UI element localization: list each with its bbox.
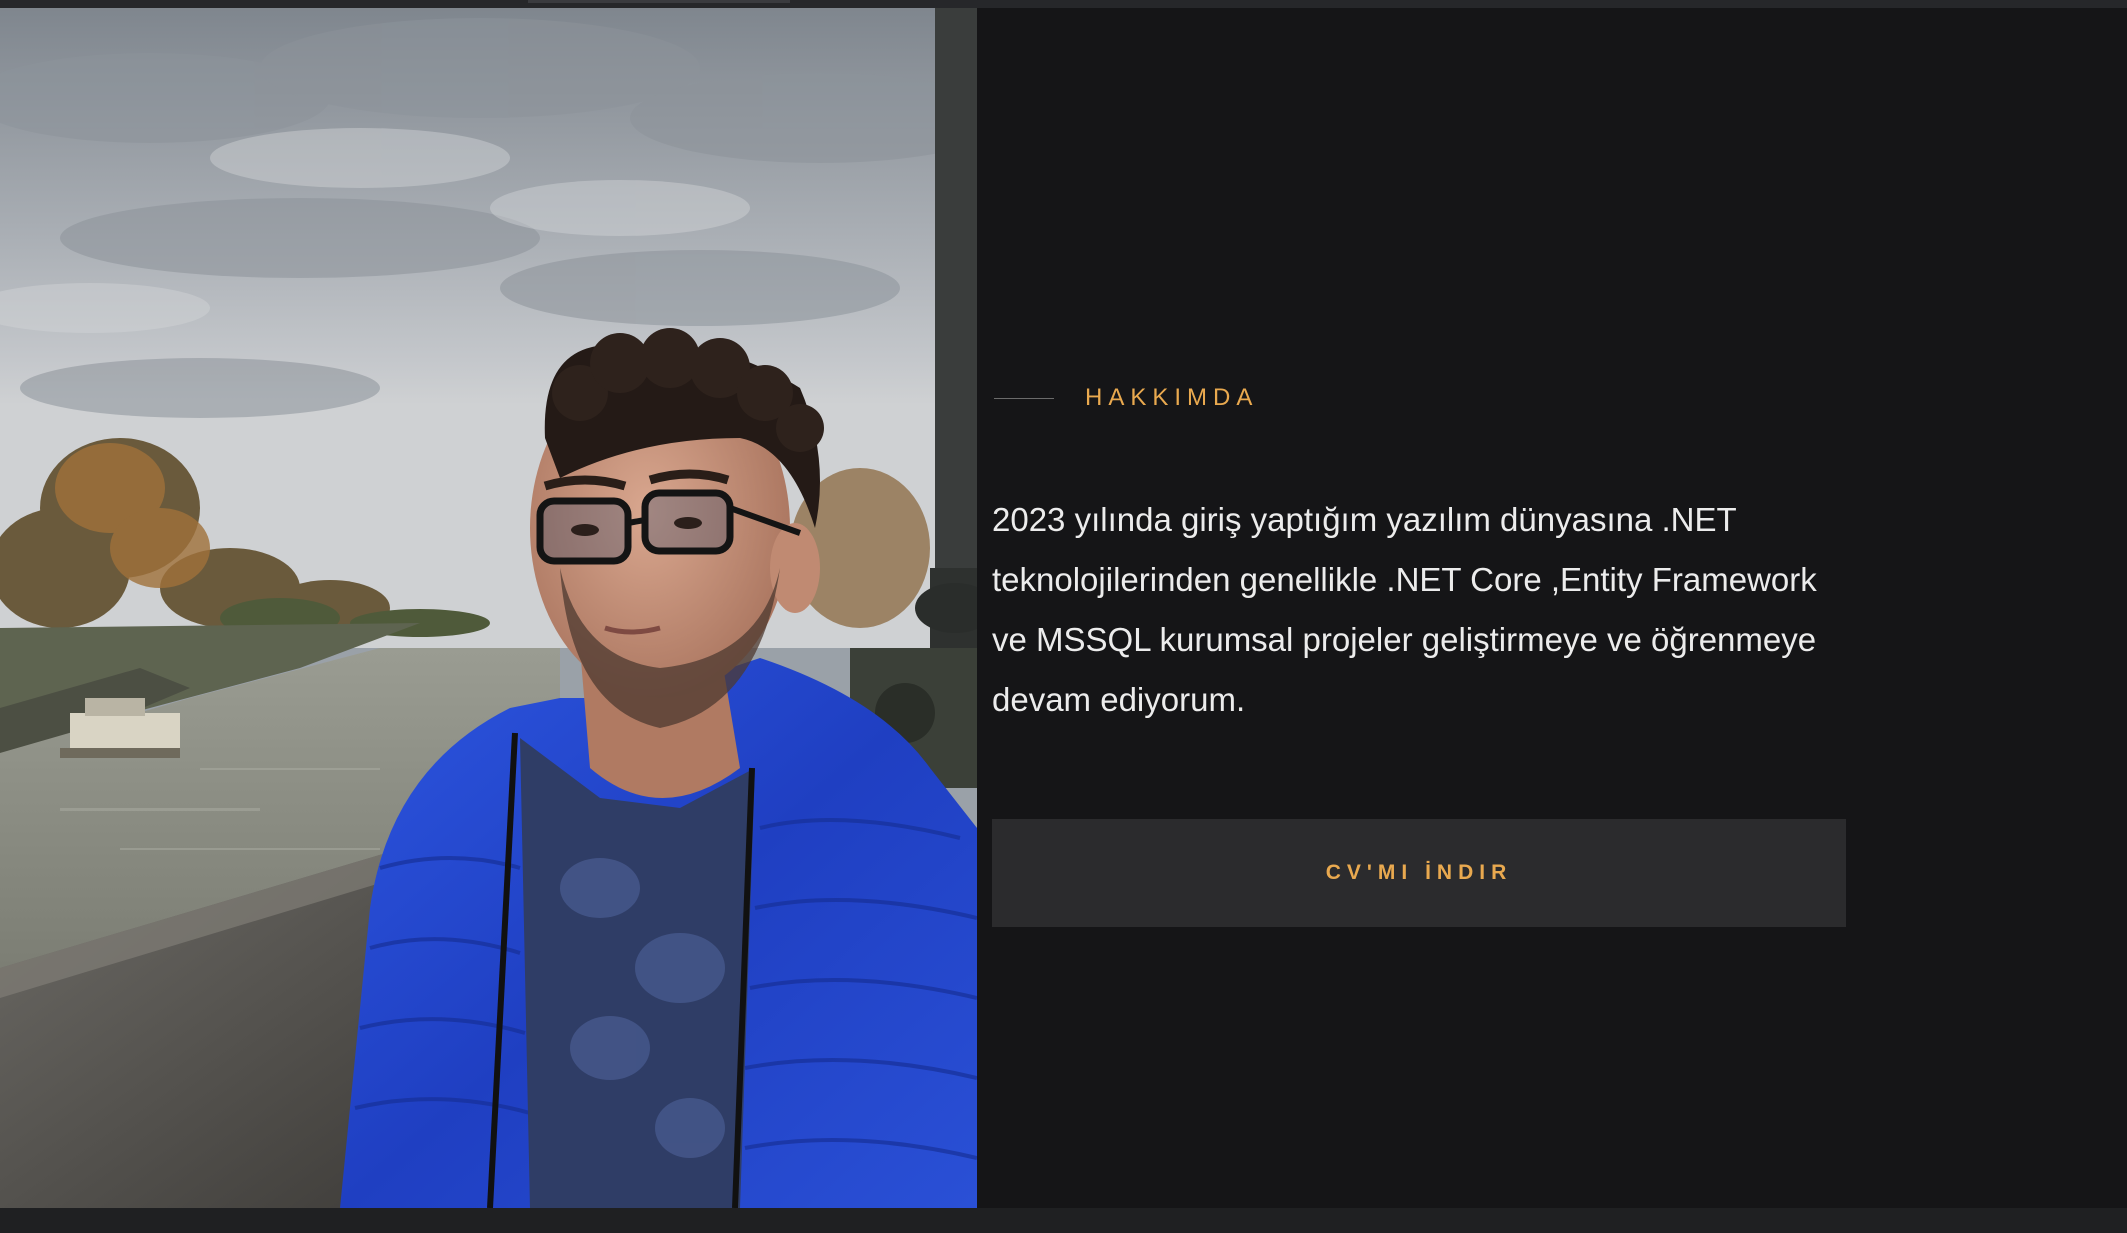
- eyebrow-rule: [994, 397, 1054, 399]
- top-strip-accent: [528, 0, 790, 3]
- section-eyebrow: HAKKIMDA: [994, 384, 1258, 412]
- download-cv-button[interactable]: CV'MI İNDIR: [992, 819, 1846, 927]
- top-strip: [0, 0, 2127, 8]
- profile-photo: [0, 8, 977, 1208]
- bottom-strip: [0, 1208, 2127, 1233]
- about-content: HAKKIMDA 2023 yılında giriş yaptığım yaz…: [992, 8, 1852, 1208]
- section-title: HAKKIMDA: [1085, 384, 1259, 411]
- bio-text: 2023 yılında giriş yaptığım yazılım düny…: [992, 501, 1817, 718]
- about-section: HAKKIMDA 2023 yılında giriş yaptığım yaz…: [0, 8, 2127, 1208]
